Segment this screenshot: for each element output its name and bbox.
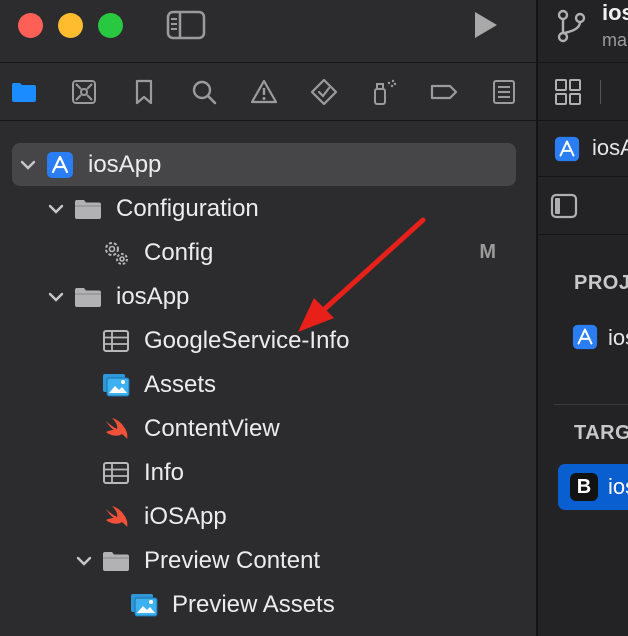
folder-icon	[102, 547, 130, 575]
folder-icon	[74, 283, 102, 311]
tree-row-label: Config	[144, 239, 214, 266]
jumpbar-divider	[600, 80, 601, 104]
warning-icon	[250, 79, 278, 104]
tree-row-label: iOSApp	[144, 503, 227, 530]
app-target-icon: B	[570, 473, 598, 501]
tree-row-file[interactable]: iOSApp	[0, 495, 536, 539]
editor-divider	[538, 234, 628, 235]
zoom-window-button[interactable]	[98, 13, 123, 38]
tree-row-file[interactable]: GoogleService-Info	[0, 319, 536, 363]
find-navigator-tab[interactable]	[188, 76, 220, 108]
issue-navigator-tab[interactable]	[248, 76, 280, 108]
sidebar-icon	[166, 10, 206, 40]
tree-row-label: GoogleService-Info	[144, 327, 350, 354]
search-icon	[192, 80, 217, 105]
test-navigator-tab[interactable]	[308, 76, 340, 108]
tree-row-label: iosApp	[88, 151, 162, 178]
folder-icon	[12, 83, 36, 102]
bookmark-icon	[135, 79, 153, 105]
test-diamond-icon	[310, 78, 338, 106]
editor-tab-label[interactable]: iosA	[592, 135, 628, 161]
tree-row-folder[interactable]: iosApp	[0, 275, 536, 319]
tree-row-file[interactable]: Preview Assets	[0, 583, 536, 627]
report-navigator-tab[interactable]	[488, 76, 520, 108]
tab-bar-divider	[538, 120, 628, 121]
close-window-button[interactable]	[18, 13, 43, 38]
toolbar-divider	[538, 62, 628, 63]
chevron-down-icon[interactable]	[46, 287, 66, 307]
branch-name: ma	[602, 30, 628, 50]
tree-row-file[interactable]: Info	[0, 451, 536, 495]
section-divider	[554, 404, 628, 405]
tree-row-label: Assets	[144, 371, 217, 398]
spray-can-icon	[374, 79, 397, 105]
xcode-project-icon	[46, 151, 74, 179]
plist-icon	[102, 327, 130, 355]
chevron-down-icon[interactable]	[18, 155, 38, 175]
config-gears-icon	[102, 239, 130, 267]
asset-catalog-icon	[102, 371, 130, 399]
plist-icon	[102, 459, 130, 487]
sidebar-toggle-icon[interactable]	[550, 193, 578, 219]
project-section-header: PROJ	[574, 272, 628, 294]
breakpoint-navigator-tab[interactable]	[428, 76, 460, 108]
tree-row-label: Info	[144, 459, 185, 486]
tree-row-label: Preview Content	[144, 547, 321, 574]
xcode-project-icon	[572, 324, 598, 350]
tree-row-label: Preview Assets	[172, 591, 335, 618]
folder-icon	[74, 195, 102, 223]
tree-row-folder[interactable]: Configuration	[0, 187, 536, 231]
source-control-navigator-tab[interactable]	[68, 76, 100, 108]
xcode-project-icon	[554, 136, 580, 162]
minimize-window-button[interactable]	[58, 13, 83, 38]
toolbar-divider	[0, 62, 536, 63]
project-navigator-tab[interactable]	[8, 76, 40, 108]
source-control-status-badge: M	[479, 241, 496, 263]
jumpbar-divider	[538, 176, 628, 177]
swift-file-icon	[102, 415, 130, 443]
swift-file-icon	[102, 503, 130, 531]
editor-pane: ios ma iosA PROJ ios TARG B ios	[538, 0, 628, 636]
run-button[interactable]	[470, 10, 500, 40]
tree-row-file[interactable]: Config M	[0, 231, 536, 275]
project-list-item[interactable]: ios	[608, 325, 628, 351]
breakpoint-tag-icon	[430, 84, 458, 100]
tree-row-label: Configuration	[116, 195, 259, 222]
asset-catalog-icon	[130, 591, 158, 619]
chevron-down-icon[interactable]	[46, 199, 66, 219]
targets-section-header: TARG	[574, 422, 628, 444]
related-items-grid-icon[interactable]	[554, 78, 582, 106]
tree-row-folder[interactable]: Preview Content	[0, 539, 536, 583]
project-navigator-pane: iosApp Configuration Config M iosApp Goo…	[0, 0, 536, 636]
target-list-item-selected[interactable]: B ios	[558, 464, 628, 510]
source-control-icon	[72, 80, 96, 104]
play-icon	[475, 12, 497, 38]
chevron-down-icon[interactable]	[74, 551, 94, 571]
scheme-title: ios	[602, 0, 628, 25]
bookmark-navigator-tab[interactable]	[128, 76, 160, 108]
target-label: ios	[608, 474, 628, 499]
branch-icon	[557, 9, 586, 43]
tree-row-label: ContentView	[144, 415, 280, 442]
navigator-bar-divider	[0, 120, 536, 121]
tree-row-file[interactable]: ContentView	[0, 407, 536, 451]
tree-row-label: iosApp	[116, 283, 190, 310]
debug-navigator-tab[interactable]	[368, 76, 400, 108]
tree-row-project[interactable]: iosApp	[0, 143, 536, 187]
hide-navigator-button[interactable]	[166, 10, 206, 40]
tree-row-file[interactable]: Assets	[0, 363, 536, 407]
report-list-icon	[493, 80, 515, 104]
